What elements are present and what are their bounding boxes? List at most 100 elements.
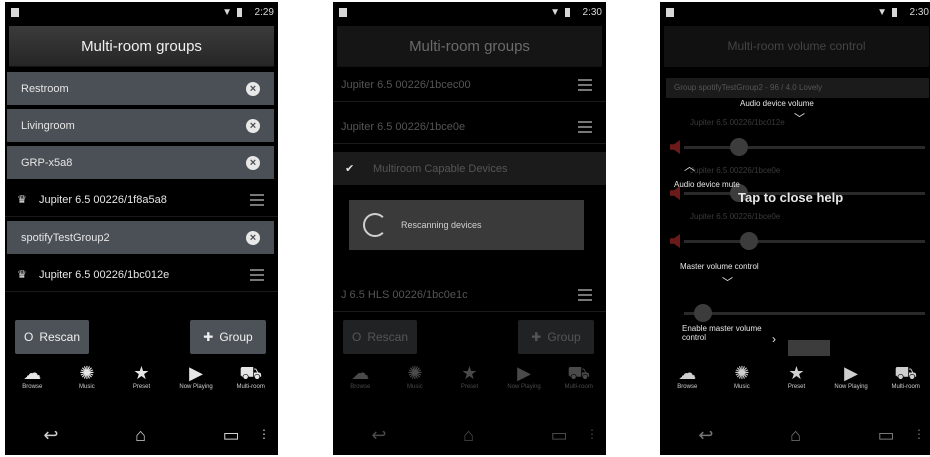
overflow-menu-icon[interactable]: ⋮ — [258, 427, 270, 441]
progress-dialog: Rescanning devices — [349, 200, 584, 250]
tab-preset[interactable]: ★ Preset — [442, 362, 497, 412]
tab-preset[interactable]: ★ Preset — [114, 362, 169, 412]
arrow-right-icon: › — [772, 332, 776, 346]
master-volume-toggle[interactable] — [788, 340, 830, 356]
group-row-restroom[interactable]: Restroom × — [7, 72, 274, 105]
tab-multi-room[interactable]: ⛟ Multi-room — [878, 362, 930, 412]
battery-icon — [565, 8, 570, 17]
section-label: Multiroom Capable Devices — [373, 162, 508, 175]
group-button[interactable]: ✚ Group — [190, 320, 266, 354]
rescan-label: Rescan — [367, 330, 409, 344]
home-icon[interactable]: ⌂ — [463, 425, 474, 446]
overflow-menu-icon[interactable]: ⋮ — [913, 427, 925, 441]
group-label: Group — [219, 330, 253, 344]
plus-icon: ✚ — [203, 330, 214, 344]
bottom-tabs: ☁ Browse ✺ Music ★ Preset ▶ Now Playing ⛟ Mul… — [5, 362, 278, 412]
battery-icon — [237, 8, 242, 17]
recents-icon[interactable]: ▭ — [223, 425, 240, 446]
play-icon: ▶ — [844, 363, 858, 383]
device-row[interactable]: ♛ Jupiter 6.5 00226/1bc012e — [5, 258, 278, 292]
group-label: GRP-x5a8 — [21, 156, 73, 169]
back-icon[interactable]: ↩ — [43, 425, 58, 446]
volume-slider[interactable] — [684, 232, 925, 250]
music-icon: ✺ — [734, 363, 750, 383]
bottom-tabs: ☁ Browse ✺ Music ★ Preset ▶ Now Playing ⛟ Mul… — [660, 362, 930, 412]
tab-label: Browse — [677, 384, 698, 390]
back-icon[interactable]: ↩ — [698, 425, 713, 446]
notification-icon — [666, 8, 674, 17]
help-audio-volume: Audio device volume — [740, 99, 814, 108]
device-row[interactable]: Jupiter 6.5 00226/1bce0e — [333, 110, 606, 144]
slider-knob[interactable] — [740, 232, 758, 250]
back-icon[interactable]: ↩ — [371, 425, 386, 446]
group-row-spotify[interactable]: spotifyTestGroup2 × — [7, 221, 274, 254]
home-icon[interactable]: ⌂ — [790, 425, 801, 446]
music-icon: ✺ — [79, 363, 95, 383]
status-time: 2:29 — [254, 7, 274, 18]
group-subheader: Group spotifyTestGroup2 - 96 / 4.0 Lovel… — [666, 78, 929, 98]
group-row-grp[interactable]: GRP-x5a8 × — [7, 146, 274, 179]
close-icon[interactable]: × — [246, 230, 260, 245]
rescan-button[interactable]: O Rescan — [15, 320, 89, 354]
page-title: Multi-room groups — [337, 26, 602, 67]
system-nav-bar: ↩ ⌂ ▭ ⋮ — [333, 415, 606, 455]
drag-handle-icon[interactable] — [250, 193, 264, 206]
device-row[interactable]: Jupiter 6.5 00226/1bcec00 — [333, 68, 606, 102]
tab-browse[interactable]: ☁ Browse — [333, 362, 388, 412]
home-icon[interactable]: ⌂ — [135, 425, 146, 446]
tab-label: Music — [734, 384, 750, 390]
master-volume-slider[interactable] — [684, 304, 925, 322]
check-icon: ✔ — [345, 163, 355, 175]
group-button[interactable]: ✚ Group — [518, 320, 594, 354]
slider-knob[interactable] — [730, 138, 748, 156]
recents-icon[interactable]: ▭ — [878, 425, 895, 446]
phone-panel-3[interactable]: ▼ 2:30 Multi-room volume control Group s… — [660, 2, 930, 455]
section-row[interactable]: ✔ Multiroom Capable Devices — [333, 152, 606, 185]
refresh-icon: O — [23, 330, 34, 344]
close-icon[interactable]: × — [246, 118, 260, 133]
rescan-label: Rescan — [39, 330, 81, 344]
play-icon: ▶ — [189, 363, 203, 383]
tab-now-playing[interactable]: ▶ Now Playing — [497, 362, 552, 412]
recents-icon[interactable]: ▭ — [551, 425, 568, 446]
notification-icon — [339, 8, 347, 17]
play-icon: ▶ — [517, 363, 531, 383]
tab-music[interactable]: ✺ Music — [715, 362, 770, 412]
device-label: Jupiter 6.5 00226/1bce0e — [341, 120, 466, 133]
slider-knob[interactable] — [694, 304, 712, 322]
spinner-icon — [363, 213, 387, 237]
tab-label: Preset — [787, 384, 806, 390]
tab-label: Browse — [22, 384, 43, 390]
tab-now-playing[interactable]: ▶ Now Playing — [824, 362, 879, 412]
device-row[interactable]: J 6.5 HLS 00226/1bc0e1c — [333, 278, 606, 312]
tab-music[interactable]: ✺ Music — [388, 362, 443, 412]
volume-slider[interactable] — [684, 138, 925, 156]
plus-icon: ✚ — [531, 330, 542, 344]
drag-handle-icon[interactable] — [578, 120, 592, 133]
tab-now-playing[interactable]: ▶ Now Playing — [169, 362, 224, 412]
status-time: 2:30 — [582, 7, 602, 18]
device-row[interactable]: ♛ Jupiter 6.5 00226/1f8a5a8 — [5, 183, 278, 217]
tab-browse[interactable]: ☁ Browse — [660, 362, 715, 412]
group-row-livingroom[interactable]: Livingroom × — [7, 109, 274, 142]
device-label: Jupiter 6.5 00226/1bce0e — [690, 166, 781, 175]
drag-handle-icon[interactable] — [578, 288, 592, 301]
tab-preset[interactable]: ★ Preset — [769, 362, 824, 412]
wifi-icon: ▼ — [222, 7, 232, 18]
close-icon[interactable]: × — [246, 155, 260, 170]
mute-icon[interactable] — [670, 234, 680, 248]
rescan-button[interactable]: O Rescan — [343, 320, 417, 354]
tab-multi-room[interactable]: ⛟ Multi-room — [223, 362, 278, 412]
phone-panel-1: ▼ 2:29 Multi-room groups Restroom × Livi… — [5, 2, 278, 455]
tab-browse[interactable]: ☁ Browse — [5, 362, 60, 412]
drag-handle-icon[interactable] — [578, 78, 592, 91]
mute-icon[interactable] — [670, 140, 680, 154]
tab-multi-room[interactable]: ⛟ Multi-room — [551, 362, 606, 412]
help-tap-close[interactable]: Tap to close help — [738, 190, 843, 205]
close-icon[interactable]: × — [246, 81, 260, 96]
tab-music[interactable]: ✺ Music — [60, 362, 115, 412]
drag-handle-icon[interactable] — [250, 268, 264, 281]
sofa-icon: ⛟ — [894, 363, 917, 383]
action-bar: O Rescan ✚ Group — [5, 320, 278, 356]
overflow-menu-icon[interactable]: ⋮ — [586, 427, 598, 441]
